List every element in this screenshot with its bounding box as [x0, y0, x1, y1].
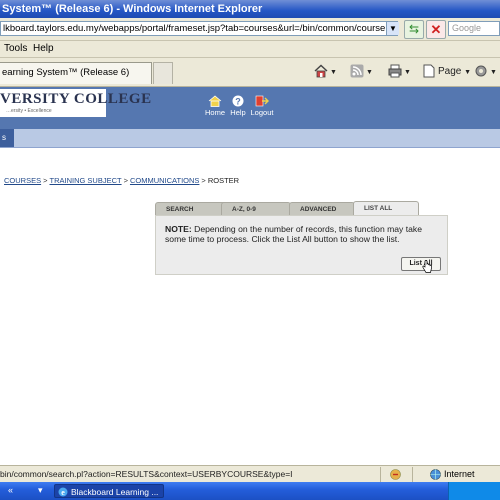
home-icon [314, 64, 328, 78]
menu-tools[interactable]: Tools [4, 42, 27, 56]
status-bar: bin/common/search.pl?action=RESULTS&cont… [0, 465, 500, 483]
menu-bar: Tools Help [0, 41, 500, 58]
close-icon: ✕ [430, 22, 442, 37]
taskbar-item-label: Blackboard Learning ... [71, 487, 159, 497]
taskbar: « ▾ e Blackboard Learning ... [0, 482, 500, 500]
system-tray [448, 482, 500, 500]
tab-courses[interactable]: s [0, 129, 14, 147]
new-tab-button[interactable] [153, 62, 173, 84]
window-title-bar: System™ (Release 6) - Windows Internet E… [0, 0, 500, 18]
home-icon [208, 95, 222, 107]
feeds-command-button[interactable]: ▼ [350, 64, 373, 80]
page-content: VERSITY COLLEGE …ersity • Excellence Hom… [0, 87, 500, 465]
svg-text:?: ? [235, 97, 241, 107]
logo-subtext: …ersity • Excellence [6, 108, 52, 114]
blackboard-header: VERSITY COLLEGE …ersity • Excellence Hom… [0, 87, 500, 129]
print-command-button[interactable]: ▼ [388, 64, 411, 80]
list-all-button[interactable]: List All [401, 257, 441, 271]
menu-help[interactable]: Help [33, 42, 54, 56]
address-input[interactable]: lkboard.taylors.edu.my/webapps/portal/fr… [0, 21, 398, 36]
note-body: Depending on the number of records, this… [165, 224, 422, 244]
status-divider [412, 467, 413, 482]
printer-icon [388, 64, 402, 78]
nav-logout-label: Logout [250, 108, 274, 117]
logo-text: VERSITY COLLEGE [0, 91, 152, 107]
course-tab-bar: s [0, 129, 500, 148]
logout-icon [255, 95, 269, 107]
institution-logo: VERSITY COLLEGE …ersity • Excellence [0, 89, 151, 117]
help-icon: ? [232, 95, 244, 107]
page-icon [423, 64, 435, 78]
note-text: NOTE: Depending on the number of records… [165, 224, 441, 244]
nav-logout-button[interactable]: Logout [249, 95, 275, 117]
quick-launch-icon[interactable]: « [8, 485, 13, 495]
svg-text:e: e [61, 488, 65, 497]
taskbar-chevron-icon[interactable]: ▾ [38, 485, 43, 496]
search-input[interactable]: Google [448, 21, 500, 36]
breadcrumb-separator: > [201, 176, 206, 185]
page-command-label: Page [438, 66, 462, 77]
breadcrumb-communications[interactable]: COMMUNICATIONS [130, 176, 199, 185]
hand-cursor-icon [422, 260, 432, 273]
security-zone-icon [390, 469, 401, 480]
tab-a-z[interactable]: A-Z, 0-9 [221, 202, 291, 215]
breadcrumb-separator: > [43, 176, 48, 185]
breadcrumb-training-subject[interactable]: TRAINING SUBJECT [49, 176, 121, 185]
nav-home-label: Home [204, 108, 225, 117]
stop-button[interactable]: ✕ [426, 20, 446, 39]
status-divider [380, 467, 381, 482]
window-title: System™ (Release 6) - Windows Internet E… [2, 3, 263, 15]
address-dropdown-icon[interactable]: ▼ [386, 22, 399, 35]
taskbar-item-blackboard[interactable]: e Blackboard Learning ... [54, 484, 164, 498]
search-tabs: SEARCH A-Z, 0-9 ADVANCED LIST ALL [155, 201, 448, 216]
list-all-panel: NOTE: Depending on the number of records… [155, 215, 448, 275]
gear-icon [475, 65, 487, 77]
page-command-button[interactable]: Page ▼ [422, 64, 471, 80]
status-url: bin/common/search.pl?action=RESULTS&cont… [0, 469, 293, 479]
internet-globe-icon [430, 469, 441, 480]
tab-advanced[interactable]: ADVANCED [289, 202, 355, 215]
refresh-button[interactable]: ⇆ [404, 20, 424, 39]
note-label: NOTE: [165, 224, 192, 234]
nav-help-label: Help [230, 108, 246, 117]
breadcrumb-courses[interactable]: COURSES [4, 176, 41, 185]
browser-tab[interactable]: earning System™ (Release 6) [0, 62, 152, 84]
breadcrumb-separator: > [123, 176, 128, 185]
nav-help-button[interactable]: ? Help [225, 95, 251, 117]
rss-feed-icon [350, 64, 364, 78]
tab-list-all[interactable]: LIST ALL [353, 201, 419, 216]
breadcrumb-current: ROSTER [207, 176, 240, 185]
breadcrumb: COURSES > TRAINING SUBJECT > COMMUNICATIONS >… [4, 176, 239, 185]
tab-search[interactable]: SEARCH [155, 202, 227, 215]
home-command-button[interactable]: ▼ [314, 64, 337, 80]
tools-command-button[interactable]: ▼ [474, 64, 497, 80]
ie-tab-bar: earning System™ (Release 6) ▼ ▼ ▼ Page ▼ [0, 58, 500, 87]
status-zone: Internet [444, 469, 475, 479]
ie-icon: e [58, 487, 68, 497]
address-toolbar: lkboard.taylors.edu.my/webapps/portal/fr… [0, 18, 500, 41]
refresh-icon: ⇆ [408, 22, 420, 36]
